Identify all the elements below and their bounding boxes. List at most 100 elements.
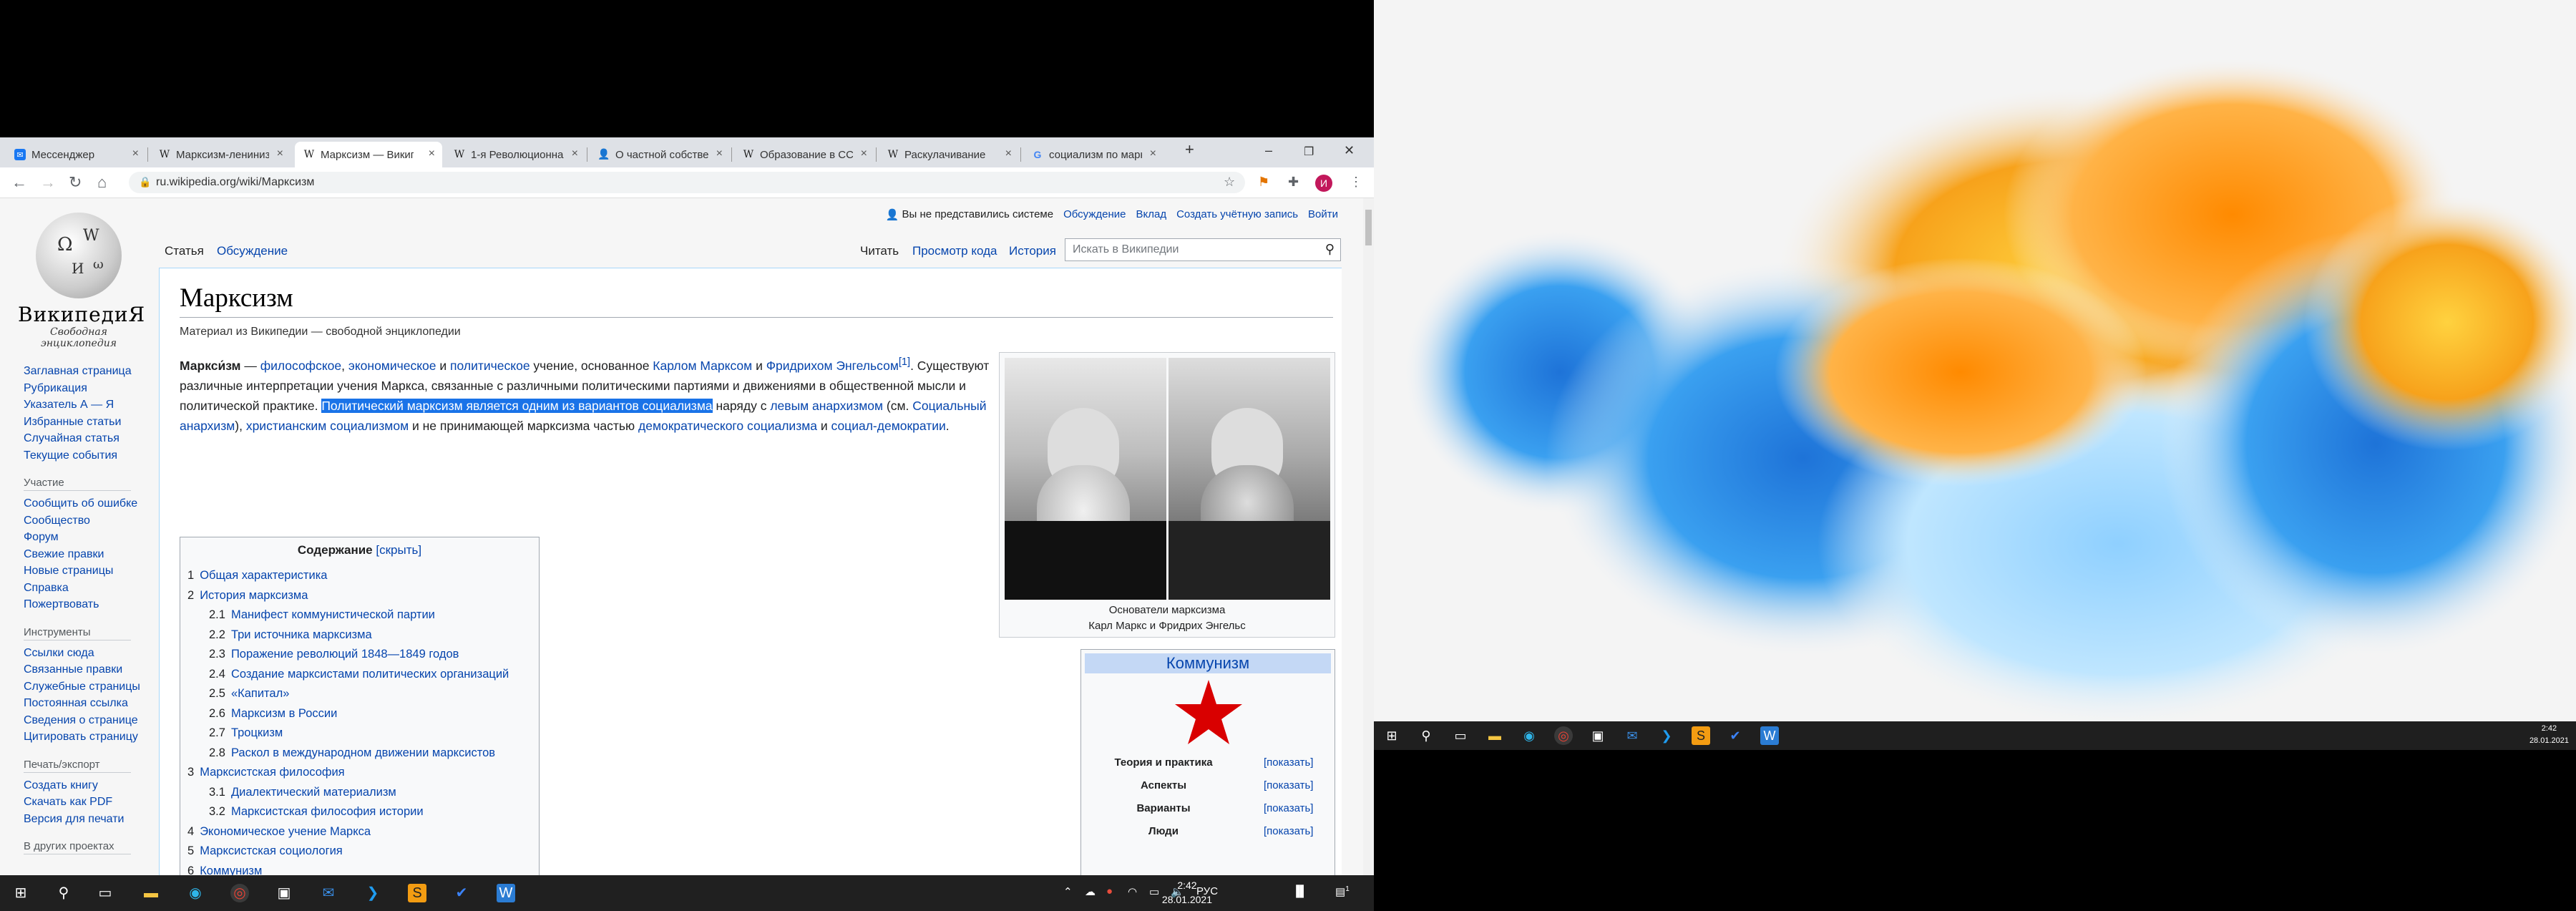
tab-read[interactable]: Читать (860, 244, 899, 258)
link-engels[interactable]: Фридрихом Энгельсом (766, 359, 899, 373)
home-icon[interactable]: ⌂ (97, 173, 107, 192)
word-icon[interactable]: W (497, 884, 515, 902)
toc-item[interactable]: 3.2 Марксистская философия истории (209, 805, 424, 819)
close-icon[interactable]: × (572, 147, 578, 160)
tab-dekulakization[interactable]: W Раскулачивание × (879, 142, 1019, 167)
sidebar-item-recent-changes[interactable]: Свежие правки (24, 546, 167, 563)
link-philosophical[interactable]: философское (260, 359, 341, 373)
edge-icon[interactable]: ◉ (1520, 726, 1538, 745)
close-icon[interactable]: × (716, 147, 723, 160)
new-tab-button[interactable]: + (1185, 140, 1194, 159)
tab-history[interactable]: История (1009, 244, 1056, 258)
cloud-icon[interactable]: ☁ (1085, 885, 1096, 898)
close-icon[interactable]: × (1150, 147, 1156, 160)
link-democratic-socialism[interactable]: демократического социализма (638, 419, 817, 433)
toc-item[interactable]: 2.7 Троцкизм (209, 726, 283, 740)
sidebar-item-special-pages[interactable]: Служебные страницы (24, 678, 167, 696)
sidebar-item-random[interactable]: Случайная статья (24, 430, 167, 447)
chrome-icon[interactable]: ◎ (230, 884, 249, 902)
search-input[interactable]: Искать в Википедии ⚲ (1065, 238, 1341, 261)
toc-toggle[interactable]: [скрыть] (376, 543, 421, 557)
tab-messenger[interactable]: ✉ Мессенджер × (6, 142, 146, 167)
close-icon[interactable]: × (132, 147, 139, 160)
restore-icon[interactable]: ❐ (1304, 145, 1314, 159)
tab-revolution[interactable]: W 1-я Революционная × (445, 142, 585, 167)
navbox-show-link[interactable]: [показать] (1264, 756, 1313, 769)
tab-marxism-leninism[interactable]: W Марксизм-ленинизм × (150, 142, 291, 167)
secondary-clock[interactable]: 2:42 28.01.2021 (2529, 723, 2569, 747)
navbox-show-link[interactable]: [показать] (1264, 779, 1313, 791)
toc-item[interactable]: 3.1 Диалектический материализм (209, 786, 396, 799)
selected-text[interactable]: Политический марксизм является одним из … (321, 398, 713, 413)
vscode-icon[interactable]: ❯ (364, 884, 382, 902)
toc-item[interactable]: 2.8 Раскол в международном движении маркс… (209, 746, 495, 760)
todo-icon[interactable]: ✔ (1726, 726, 1745, 745)
chevron-up-icon[interactable]: ⌃ (1063, 885, 1073, 898)
toc-item[interactable]: 2.6 Марксизм в России (209, 707, 337, 721)
close-window-icon[interactable]: ✕ (1344, 143, 1355, 158)
todo-icon[interactable]: ✔ (452, 884, 471, 902)
tab-private-property[interactable]: 👤 О частной собственности × (590, 142, 730, 167)
link-political[interactable]: политическое (450, 359, 530, 373)
sidebar-item-create-book[interactable]: Создать книгу (24, 777, 167, 794)
tab-view-source[interactable]: Просмотр кода (912, 244, 997, 258)
sidebar-item-donate[interactable]: Пожертвовать (24, 596, 167, 613)
search-icon[interactable]: ⚲ (54, 884, 73, 902)
tab-education-ussr[interactable]: W Образование в СССР × (734, 142, 874, 167)
create-account-link[interactable]: Создать учётную запись (1176, 208, 1298, 221)
windows-start-icon[interactable]: ⊞ (11, 884, 30, 902)
close-icon[interactable]: × (429, 147, 435, 160)
word-icon[interactable]: W (1760, 726, 1779, 745)
link-christian-socialism[interactable]: христианским социализмом (246, 419, 409, 433)
sidebar-item-report-error[interactable]: Сообщить об ошибке (24, 495, 167, 512)
link-left-anarchism[interactable]: левым анархизмом (770, 399, 883, 413)
sidebar-item-download-pdf[interactable]: Скачать как PDF (24, 794, 167, 811)
sidebar-item-help[interactable]: Справка (24, 580, 167, 597)
store-icon[interactable]: ▣ (275, 884, 293, 902)
sidebar-item-community[interactable]: Сообщество (24, 512, 167, 530)
wikipedia-logo[interactable]: Ω W И ω ВикипедиЯ Свободная энциклопедия (18, 213, 145, 349)
wifi-icon[interactable]: ◠ (1128, 885, 1137, 898)
task-view-icon[interactable]: ▭ (96, 884, 114, 902)
sidebar-item-current-events[interactable]: Текущие события (24, 447, 167, 464)
notifications-icon[interactable]: ▤1 (1335, 885, 1350, 898)
toc-item[interactable]: 1 Общая характеристика (187, 569, 327, 583)
toc-item[interactable]: 2.1 Манифест коммунистической партии (209, 608, 435, 622)
footnote-link[interactable]: [1] (899, 356, 910, 368)
toc-item[interactable]: 2.4 Создание марксистами политических орг… (209, 668, 509, 681)
navbox-show-link[interactable]: [показать] (1264, 825, 1313, 837)
toc-item[interactable]: 2.3 Поражение революций 1848—1849 годов (209, 648, 459, 661)
mail-icon[interactable]: ✉ (1623, 726, 1641, 745)
toc-item[interactable]: 2 История марксизма (187, 589, 308, 603)
link-karl-marx[interactable]: Карлом Марксом (653, 359, 752, 373)
navbox-show-link[interactable]: [показать] (1264, 802, 1313, 814)
search-icon[interactable]: ⚲ (1325, 242, 1335, 257)
personal-contrib-link[interactable]: Вклад (1136, 208, 1166, 221)
extensions-puzzle-icon[interactable]: ✚ (1288, 175, 1299, 190)
sidebar-item-related-changes[interactable]: Связанные правки (24, 661, 167, 678)
tab-article[interactable]: Статья (165, 244, 204, 258)
sidebar-item-featured[interactable]: Избранные статьи (24, 414, 167, 431)
search-icon[interactable]: ⚲ (1417, 726, 1435, 745)
address-bar[interactable]: 🔒 ru.wikipedia.org/wiki/Марксизм (129, 172, 1245, 193)
vscode-icon[interactable]: ❯ (1657, 726, 1676, 745)
task-view-icon[interactable]: ▭ (1451, 726, 1470, 745)
sidebar-item-main-page[interactable]: Заглавная страница (24, 363, 167, 380)
toc-item[interactable]: 4 Экономическое учение Маркса (187, 825, 371, 839)
page-scrollbar[interactable] (1363, 198, 1374, 875)
extension-icon[interactable]: ⚑ (1258, 175, 1269, 190)
toc-item[interactable]: 6 Коммунизм (187, 864, 262, 876)
sublime-icon[interactable]: S (1692, 726, 1710, 745)
sidebar-item-new-pages[interactable]: Новые страницы (24, 562, 167, 580)
close-icon[interactable]: × (1005, 147, 1012, 160)
mail-icon[interactable]: ✉ (319, 884, 338, 902)
sublime-icon[interactable]: S (408, 884, 426, 902)
bookmark-star-icon[interactable]: ☆ (1224, 175, 1235, 190)
sidebar-item-index[interactable]: Указатель А — Я (24, 396, 167, 414)
sidebar-item-forum[interactable]: Форум (24, 529, 167, 546)
sidebar-item-print-version[interactable]: Версия для печати (24, 811, 167, 828)
reload-icon[interactable]: ↻ (69, 173, 82, 192)
close-icon[interactable]: × (277, 147, 283, 160)
battery-icon[interactable]: ▭ (1149, 885, 1159, 898)
login-link[interactable]: Войти (1308, 208, 1338, 221)
